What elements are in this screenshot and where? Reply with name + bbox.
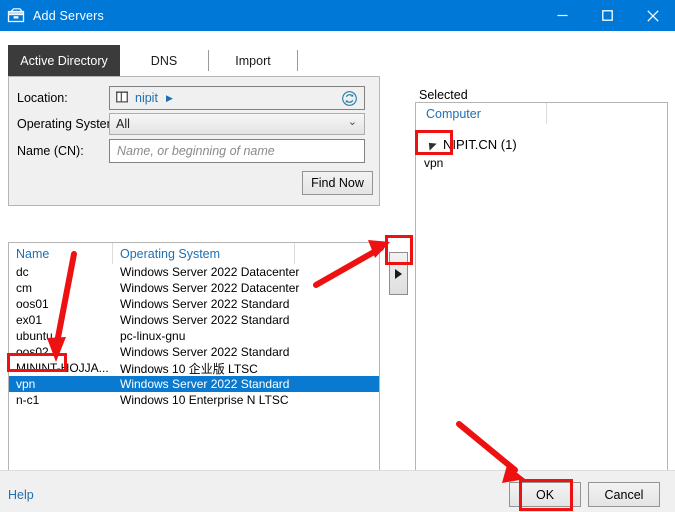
row-name: cm [16, 281, 32, 295]
arrow-right-icon [395, 268, 402, 279]
row-name: ubuntu [16, 329, 53, 343]
domain-container-icon [115, 90, 129, 107]
operating-system-row: Operating System: All ⌄ [17, 113, 373, 135]
operating-system-select[interactable]: All ⌄ [109, 113, 365, 135]
tab-separator-2 [297, 50, 298, 71]
table-row[interactable]: oos02 Windows Server 2022 Standard [9, 344, 379, 360]
row-name: oos02 [16, 345, 49, 359]
refresh-icon[interactable] [336, 88, 362, 108]
help-link[interactable]: Help [8, 488, 34, 502]
tab-dns-label: DNS [150, 53, 178, 68]
tab-import-label: Import [235, 53, 271, 68]
window-controls [540, 0, 675, 31]
location-breadcrumb-box[interactable]: nipit ▶ [109, 86, 365, 110]
tree-node-domain-label: NIPIT.CN (1) [443, 137, 517, 152]
add-selected-button[interactable] [389, 252, 408, 295]
row-name: n-c1 [16, 393, 40, 407]
row-name: dc [16, 265, 29, 279]
results-rows: dc Windows Server 2022 Datacenter cm Window… [9, 264, 379, 408]
breadcrumb[interactable]: nipit ▶ [115, 90, 173, 107]
close-button[interactable] [630, 0, 675, 31]
dialog-body: Active Directory DNS Import Location: ni… [0, 31, 675, 492]
tab-active-directory[interactable]: Active Directory [8, 45, 120, 76]
tab-strip: Active Directory DNS Import [8, 45, 380, 76]
location-row: Location: nipit ▶ [17, 86, 373, 110]
cancel-button[interactable]: Cancel [588, 482, 660, 507]
row-operating-system: Windows Server 2022 Standard [120, 345, 290, 359]
results-header: Name Operating System [9, 243, 379, 264]
results-column-blank[interactable] [295, 243, 379, 264]
tree-leaf-vpn-label: vpn [424, 156, 444, 170]
maximize-button[interactable] [585, 0, 630, 31]
table-row[interactable]: MININT-HOJJA... Windows 10 企业版 LTSC [9, 360, 379, 376]
location-label: Location: [17, 91, 68, 105]
row-name: vpn [16, 377, 36, 391]
query-panel: Location: nipit ▶ Operating System: All … [8, 76, 380, 206]
row-operating-system: Windows Server 2022 Standard [120, 377, 290, 391]
row-operating-system: Windows Server 2022 Standard [120, 297, 290, 311]
name-cn-label: Name (CN): [17, 144, 84, 158]
dialog-footer: Help OK Cancel [0, 470, 675, 512]
tab-dns[interactable]: DNS [120, 45, 208, 76]
row-operating-system: Windows Server 2022 Datacenter [120, 265, 300, 279]
selected-column-computer[interactable]: Computer [416, 103, 548, 124]
table-row[interactable]: n-c1 Windows 10 Enterprise N LTSC [9, 392, 379, 408]
row-operating-system: pc-linux-gnu [120, 329, 186, 343]
results-column-name[interactable]: Name [9, 243, 113, 264]
breadcrumb-domain-label: nipit [135, 91, 158, 105]
row-operating-system: Windows Server 2022 Datacenter [120, 281, 300, 295]
table-row[interactable]: cm Windows Server 2022 Datacenter [9, 280, 379, 296]
row-operating-system: Windows 10 企业版 LTSC [120, 361, 258, 376]
chevron-right-icon[interactable]: ▶ [166, 93, 173, 103]
tree-leaf-vpn[interactable]: vpn [416, 154, 667, 172]
chevron-down-icon[interactable]: ⌄ [348, 117, 357, 128]
tree-node-domain[interactable]: NIPIT.CN (1) [416, 135, 667, 154]
find-now-button[interactable]: Find Now [302, 171, 373, 195]
operating-system-value: All [116, 117, 130, 131]
ok-button[interactable]: OK [509, 482, 581, 507]
row-operating-system: Windows Server 2022 Standard [120, 313, 290, 327]
window-title: Add Servers [33, 8, 104, 23]
row-name: ex01 [16, 313, 43, 327]
operating-system-label: Operating System: [17, 117, 121, 131]
results-list[interactable]: Name Operating System dc Windows Server 2… [8, 242, 380, 475]
row-name: oos01 [16, 297, 49, 311]
selected-panel-label: Selected [419, 88, 468, 102]
row-name: MININT-HOJJA... [16, 361, 109, 375]
name-cn-input[interactable] [109, 139, 365, 163]
title-bar: Add Servers [0, 0, 675, 31]
results-column-os[interactable]: Operating System [113, 243, 295, 264]
triangle-collapse-icon[interactable] [425, 138, 437, 151]
table-row[interactable]: dc Windows Server 2022 Datacenter [9, 264, 379, 280]
selected-column-blank[interactable] [547, 103, 667, 124]
table-row[interactable]: vpn Windows Server 2022 Standard [9, 376, 379, 392]
add-servers-icon [7, 7, 25, 25]
table-row[interactable]: ex01 Windows Server 2022 Standard [9, 312, 379, 328]
tab-active-directory-label: Active Directory [20, 53, 108, 68]
selected-panel[interactable]: Computer NIPIT.CN (1) vpn [415, 102, 668, 475]
tab-import[interactable]: Import [209, 45, 297, 76]
row-operating-system: Windows 10 Enterprise N LTSC [120, 393, 289, 407]
selected-header: Computer [416, 103, 667, 124]
table-row[interactable]: oos01 Windows Server 2022 Standard [9, 296, 379, 312]
minimize-button[interactable] [540, 0, 585, 31]
selected-tree: NIPIT.CN (1) vpn [416, 124, 667, 172]
name-cn-row: Name (CN): [17, 139, 373, 163]
table-row[interactable]: ubuntu pc-linux-gnu [9, 328, 379, 344]
